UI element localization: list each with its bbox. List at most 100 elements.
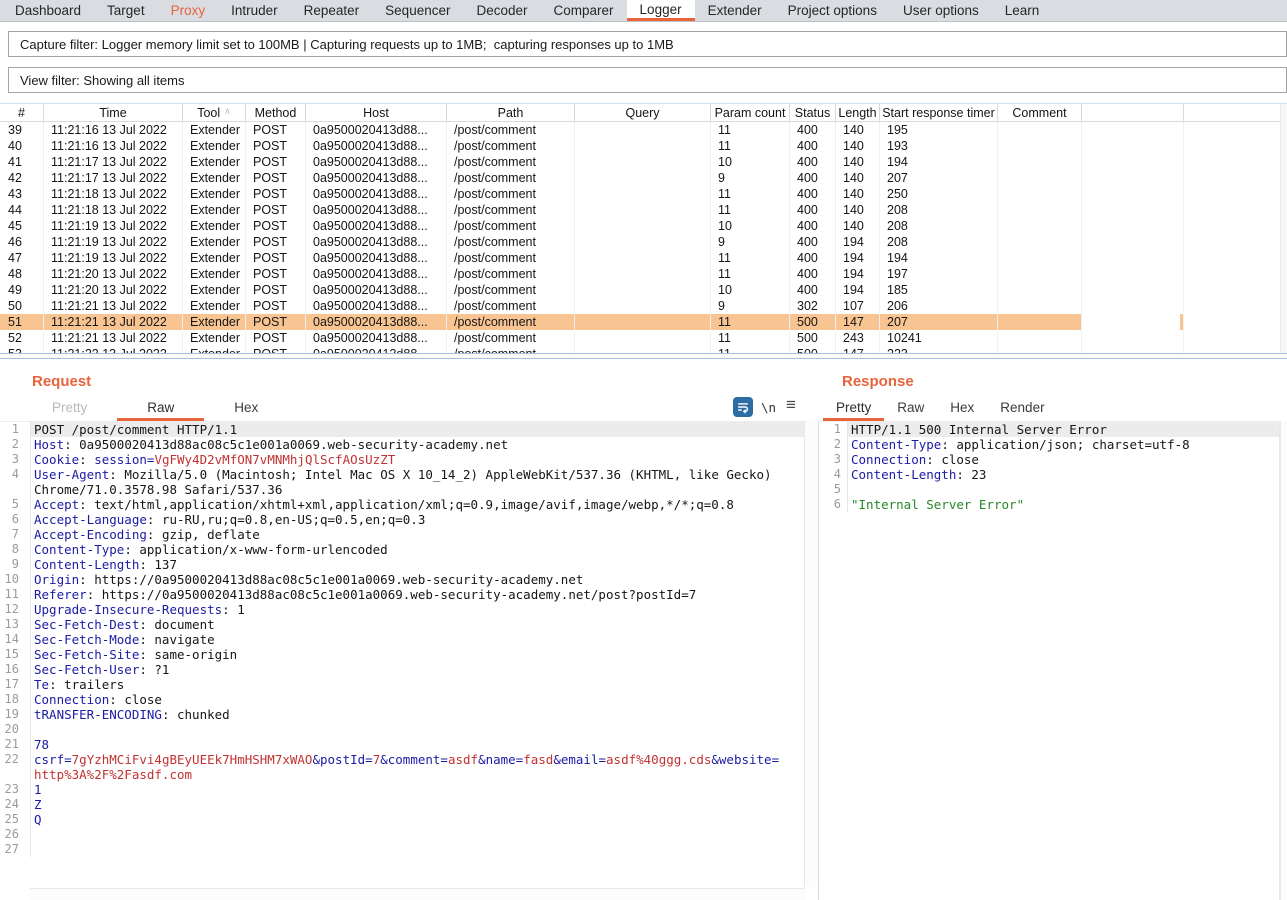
editor-menu-icon[interactable]: ≡ [786,395,796,415]
cell-param-count: 11 [711,314,790,330]
cell-host: 0a9500020413d88... [306,250,447,266]
log-row-51[interactable]: 5111:21:21 13 Jul 2022ExtenderPOST0a9500… [0,314,1287,330]
log-row-41[interactable]: 4111:21:17 13 Jul 2022ExtenderPOST0a9500… [0,154,1287,170]
editor-line: 17Te: trailers [0,677,804,692]
response-editor[interactable]: 1HTTP/1.1 500 Internal Server Error2Cont… [820,421,1280,900]
newline-toggle-icon[interactable]: \n [761,400,776,415]
response-tab-render[interactable]: Render [987,396,1057,421]
cell-param-count: 11 [711,266,790,282]
line-number: 21 [0,737,30,752]
capture-filter-bar[interactable]: Capture filter: Logger memory limit set … [8,31,1287,57]
cell-: 41 [0,154,44,170]
menu-tab-project-options[interactable]: Project options [775,0,890,21]
cell-method: POST [246,250,306,266]
editor-line: 5 [820,482,1279,497]
table-vertical-scrollbar[interactable] [1280,104,1287,353]
column-header-method[interactable]: Method [246,104,306,121]
cell-param-count: 11 [711,138,790,154]
request-vertical-scrollbar[interactable] [805,421,817,887]
cell-param-count: 9 [711,234,790,250]
column-header-query[interactable]: Query [575,104,711,121]
cell-start-response-timer: 194 [880,154,998,170]
menu-tab-learn[interactable]: Learn [992,0,1053,21]
column-header-tool[interactable]: Tool∧ [183,104,246,121]
log-row-47[interactable]: 4711:21:19 13 Jul 2022ExtenderPOST0a9500… [0,250,1287,266]
log-row-40[interactable]: 4011:21:16 13 Jul 2022ExtenderPOST0a9500… [0,138,1287,154]
log-row-44[interactable]: 4411:21:18 13 Jul 2022ExtenderPOST0a9500… [0,202,1287,218]
menu-tab-dashboard[interactable]: Dashboard [2,0,94,21]
column-header-status[interactable]: Status [790,104,836,121]
menu-tab-target[interactable]: Target [94,0,158,21]
line-content: Connection: close [847,452,1279,467]
log-row-42[interactable]: 4211:21:17 13 Jul 2022ExtenderPOST0a9500… [0,170,1287,186]
menu-tab-sequencer[interactable]: Sequencer [372,0,463,21]
column-header-path[interactable]: Path [447,104,575,121]
log-row-52[interactable]: 5211:21:21 13 Jul 2022ExtenderPOST0a9500… [0,330,1287,346]
column-header-comment[interactable]: Comment [998,104,1082,121]
log-row-48[interactable]: 4811:21:20 13 Jul 2022ExtenderPOST0a9500… [0,266,1287,282]
log-row-53[interactable]: 5311:21:22 13 Jul 2022ExtenderPOST0a9500… [0,346,1287,353]
cell-start-response-timer: 194 [880,250,998,266]
column-header-time[interactable]: Time [44,104,183,121]
panel-divider[interactable] [818,421,819,900]
menu-tab-decoder[interactable]: Decoder [463,0,540,21]
request-panel: Request PrettyRawHex \n ≡ 1POST /post/co… [0,359,817,900]
line-number: 23 [0,782,30,797]
line-number: 14 [0,632,30,647]
menu-tab-comparer[interactable]: Comparer [541,0,627,21]
cell-time: 11:21:19 13 Jul 2022 [44,218,183,234]
log-row-39[interactable]: 3911:21:16 13 Jul 2022ExtenderPOST0a9500… [0,122,1287,138]
column-header-host[interactable]: Host [306,104,447,121]
response-vertical-scrollbar[interactable] [1280,421,1287,900]
log-row-50[interactable]: 5011:21:21 13 Jul 2022ExtenderPOST0a9500… [0,298,1287,314]
response-tab-hex[interactable]: Hex [937,396,987,421]
log-row-45[interactable]: 4511:21:19 13 Jul 2022ExtenderPOST0a9500… [0,218,1287,234]
word-wrap-icon[interactable] [733,397,753,417]
response-tab-raw[interactable]: Raw [884,396,937,421]
menu-tab-repeater[interactable]: Repeater [291,0,373,21]
cell-empty [1082,282,1184,298]
capture-filter-text: Capture filter: Logger memory limit set … [20,37,674,52]
log-row-46[interactable]: 4611:21:19 13 Jul 2022ExtenderPOST0a9500… [0,234,1287,250]
column-header-length[interactable]: Length [836,104,880,121]
log-row-49[interactable]: 4911:21:20 13 Jul 2022ExtenderPOST0a9500… [0,282,1287,298]
cell-: 49 [0,282,44,298]
cell-query [575,170,711,186]
menu-tab-user-options[interactable]: User options [890,0,992,21]
view-filter-bar[interactable]: View filter: Showing all items [8,67,1287,93]
request-editor[interactable]: 1POST /post/comment HTTP/1.12Host: 0a950… [0,421,805,887]
request-tab-pretty[interactable]: Pretty [22,396,117,421]
cell-time: 11:21:16 13 Jul 2022 [44,138,183,154]
editor-line: 10Origin: https://0a9500020413d88ac08c5c… [0,572,804,587]
response-tab-pretty[interactable]: Pretty [823,396,884,421]
menu-tab-intruder[interactable]: Intruder [218,0,291,21]
cell-empty [1082,314,1184,330]
column-header-[interactable]: # [0,104,44,121]
sort-ascending-icon: ∧ [224,106,231,117]
line-content: POST /post/comment HTTP/1.1 [30,422,804,437]
cell-path: /post/comment [447,138,575,154]
cell-: 51 [0,314,44,330]
column-header-start-response-timer[interactable]: Start response timer [880,104,998,121]
column-header-param-count[interactable]: Param count [711,104,790,121]
request-tab-hex[interactable]: Hex [204,396,288,421]
cell-status: 400 [790,122,836,138]
line-content: Connection: close [30,692,804,707]
cell-path: /post/comment [447,282,575,298]
log-row-43[interactable]: 4311:21:18 13 Jul 2022ExtenderPOST0a9500… [0,186,1287,202]
cell-length: 194 [836,234,880,250]
cell-host: 0a9500020413d88... [306,330,447,346]
row-spacer [1184,330,1287,346]
cell-host: 0a9500020413d88... [306,138,447,154]
cell-query [575,154,711,170]
cell-empty [1082,346,1184,353]
menu-tab-logger[interactable]: Logger [627,0,695,21]
request-tab-raw[interactable]: Raw [117,396,204,421]
cell-length: 140 [836,154,880,170]
line-number: 9 [0,557,30,572]
cell-empty [1082,186,1184,202]
menu-tab-extender[interactable]: Extender [695,0,775,21]
menu-tab-proxy[interactable]: Proxy [158,0,219,21]
line-content: http%3A%2F%2Fasdf.com [30,767,804,782]
request-horizontal-scrollbar[interactable] [30,888,805,900]
